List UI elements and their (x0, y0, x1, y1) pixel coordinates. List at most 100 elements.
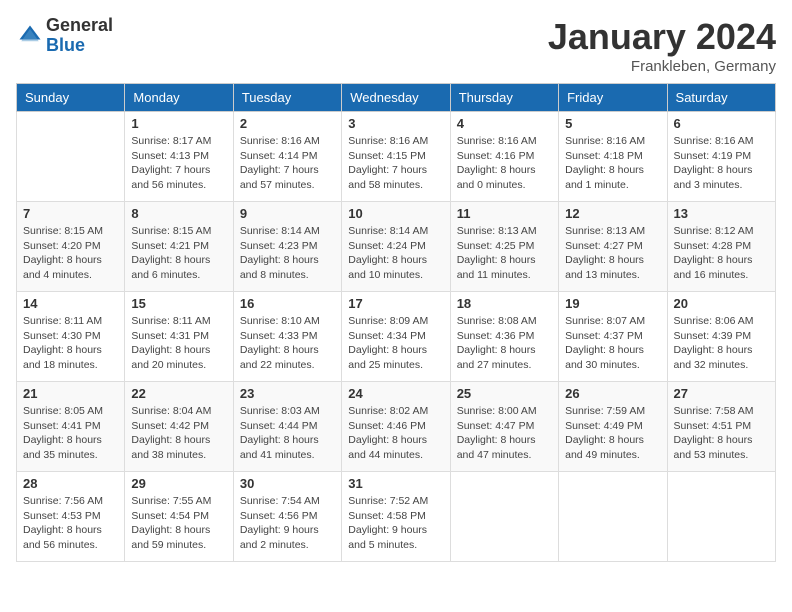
calendar-cell: 13 Sunrise: 8:12 AMSunset: 4:28 PMDayligh… (667, 202, 775, 292)
day-number: 12 (565, 206, 660, 221)
day-info: Sunrise: 8:11 AMSunset: 4:31 PMDaylight:… (131, 314, 226, 373)
calendar-cell: 5 Sunrise: 8:16 AMSunset: 4:18 PMDaylight… (559, 112, 667, 202)
day-info: Sunrise: 8:05 AMSunset: 4:41 PMDaylight:… (23, 404, 118, 463)
day-number: 25 (457, 386, 552, 401)
calendar-cell: 28Sunrise: 7:56 AMSunset: 4:53 PMDayligh… (17, 472, 125, 562)
day-number: 3 (348, 116, 443, 131)
week-row-3: 14 Sunrise: 8:11 AMSunset: 4:30 PMDayligh… (17, 292, 776, 382)
day-info: Sunrise: 7:52 AMSunset: 4:58 PMDaylight:… (348, 494, 443, 553)
day-number: 17 (348, 296, 443, 311)
day-number: 30 (240, 476, 335, 491)
page-header: General Blue January 2024 Frankleben, Ge… (16, 16, 776, 75)
day-number: 8 (131, 206, 226, 221)
weekday-header-wednesday: Wednesday (342, 84, 450, 112)
calendar-cell: 30 Sunrise: 7:54 AMSunset: 4:56 PMDayligh… (233, 472, 341, 562)
calendar-cell: 3Sunrise: 8:16 AMSunset: 4:15 PMDaylight… (342, 112, 450, 202)
calendar-cell: 31 Sunrise: 7:52 AMSunset: 4:58 PMDayligh… (342, 472, 450, 562)
calendar-cell: 8 Sunrise: 8:15 AMSunset: 4:21 PMDaylight… (125, 202, 233, 292)
calendar-cell: 11Sunrise: 8:13 AMSunset: 4:25 PMDayligh… (450, 202, 558, 292)
day-info: Sunrise: 8:03 AMSunset: 4:44 PMDaylight:… (240, 404, 335, 463)
day-info: Sunrise: 8:16 AMSunset: 4:16 PMDaylight:… (457, 134, 552, 193)
calendar-cell: 29 Sunrise: 7:55 AMSunset: 4:54 PMDayligh… (125, 472, 233, 562)
calendar-cell (450, 472, 558, 562)
title-block: January 2024 Frankleben, Germany (548, 16, 776, 75)
day-number: 20 (674, 296, 769, 311)
calendar-cell: 9Sunrise: 8:14 AMSunset: 4:23 PMDaylight… (233, 202, 341, 292)
calendar-cell: 25 Sunrise: 8:00 AMSunset: 4:47 PMDayligh… (450, 382, 558, 472)
day-info: Sunrise: 8:15 AMSunset: 4:21 PMDaylight:… (131, 224, 226, 283)
day-info: Sunrise: 8:10 AMSunset: 4:33 PMDaylight:… (240, 314, 335, 373)
day-number: 18 (457, 296, 552, 311)
day-info: Sunrise: 8:08 AMSunset: 4:36 PMDaylight:… (457, 314, 552, 373)
calendar-cell: 22 Sunrise: 8:04 AMSunset: 4:42 PMDayligh… (125, 382, 233, 472)
day-number: 27 (674, 386, 769, 401)
day-number: 6 (674, 116, 769, 131)
month-title: January 2024 (548, 16, 776, 58)
logo-text: General Blue (46, 16, 113, 56)
day-info: Sunrise: 8:17 AMSunset: 4:13 PMDaylight:… (131, 134, 226, 193)
weekday-header-sunday: Sunday (17, 84, 125, 112)
day-info: Sunrise: 8:14 AMSunset: 4:24 PMDaylight:… (348, 224, 443, 283)
calendar-cell: 1 Sunrise: 8:17 AMSunset: 4:13 PMDaylight… (125, 112, 233, 202)
day-number: 9 (240, 206, 335, 221)
day-number: 21 (23, 386, 118, 401)
day-info: Sunrise: 8:12 AMSunset: 4:28 PMDaylight:… (674, 224, 769, 283)
calendar-cell: 20 Sunrise: 8:06 AMSunset: 4:39 PMDayligh… (667, 292, 775, 382)
day-number: 29 (131, 476, 226, 491)
day-number: 13 (674, 206, 769, 221)
weekday-header-saturday: Saturday (667, 84, 775, 112)
weekday-header-thursday: Thursday (450, 84, 558, 112)
day-number: 19 (565, 296, 660, 311)
logo-blue: Blue (46, 36, 113, 56)
day-info: Sunrise: 8:06 AMSunset: 4:39 PMDaylight:… (674, 314, 769, 373)
calendar-cell: 27 Sunrise: 7:58 AMSunset: 4:51 PMDayligh… (667, 382, 775, 472)
calendar-cell: 4Sunrise: 8:16 AMSunset: 4:16 PMDaylight… (450, 112, 558, 202)
logo-general: General (46, 16, 113, 36)
calendar-cell (559, 472, 667, 562)
day-number: 24 (348, 386, 443, 401)
day-info: Sunrise: 8:00 AMSunset: 4:47 PMDaylight:… (457, 404, 552, 463)
calendar-cell: 15 Sunrise: 8:11 AMSunset: 4:31 PMDayligh… (125, 292, 233, 382)
day-number: 11 (457, 206, 552, 221)
day-info: Sunrise: 8:02 AMSunset: 4:46 PMDaylight:… (348, 404, 443, 463)
day-info: Sunrise: 8:16 AMSunset: 4:18 PMDaylight:… (565, 134, 660, 193)
calendar-cell: 17 Sunrise: 8:09 AMSunset: 4:34 PMDayligh… (342, 292, 450, 382)
day-number: 22 (131, 386, 226, 401)
weekday-header-row: SundayMondayTuesdayWednesdayThursdayFrid… (17, 84, 776, 112)
calendar-cell: 19Sunrise: 8:07 AMSunset: 4:37 PMDayligh… (559, 292, 667, 382)
day-info: Sunrise: 8:13 AMSunset: 4:27 PMDaylight:… (565, 224, 660, 283)
day-number: 2 (240, 116, 335, 131)
day-info: Sunrise: 7:55 AMSunset: 4:54 PMDaylight:… (131, 494, 226, 553)
day-number: 15 (131, 296, 226, 311)
logo: General Blue (16, 16, 113, 56)
calendar-cell: 2Sunrise: 8:16 AMSunset: 4:14 PMDaylight… (233, 112, 341, 202)
calendar-cell: 14 Sunrise: 8:11 AMSunset: 4:30 PMDayligh… (17, 292, 125, 382)
week-row-1: 1 Sunrise: 8:17 AMSunset: 4:13 PMDaylight… (17, 112, 776, 202)
day-number: 26 (565, 386, 660, 401)
day-info: Sunrise: 8:16 AMSunset: 4:19 PMDaylight:… (674, 134, 769, 193)
day-number: 16 (240, 296, 335, 311)
week-row-4: 21 Sunrise: 8:05 AMSunset: 4:41 PMDayligh… (17, 382, 776, 472)
logo-icon (16, 22, 44, 50)
week-row-5: 28Sunrise: 7:56 AMSunset: 4:53 PMDayligh… (17, 472, 776, 562)
calendar-cell: 18 Sunrise: 8:08 AMSunset: 4:36 PMDayligh… (450, 292, 558, 382)
day-number: 7 (23, 206, 118, 221)
day-info: Sunrise: 7:58 AMSunset: 4:51 PMDaylight:… (674, 404, 769, 463)
day-number: 31 (348, 476, 443, 491)
day-info: Sunrise: 8:09 AMSunset: 4:34 PMDaylight:… (348, 314, 443, 373)
calendar-cell: 26 Sunrise: 7:59 AMSunset: 4:49 PMDayligh… (559, 382, 667, 472)
day-number: 10 (348, 206, 443, 221)
day-number: 5 (565, 116, 660, 131)
day-number: 1 (131, 116, 226, 131)
calendar-table: SundayMondayTuesdayWednesdayThursdayFrid… (16, 83, 776, 562)
week-row-2: 7 Sunrise: 8:15 AMSunset: 4:20 PMDaylight… (17, 202, 776, 292)
day-info: Sunrise: 8:04 AMSunset: 4:42 PMDaylight:… (131, 404, 226, 463)
day-info: Sunrise: 8:15 AMSunset: 4:20 PMDaylight:… (23, 224, 118, 283)
day-number: 14 (23, 296, 118, 311)
calendar-cell: 23Sunrise: 8:03 AMSunset: 4:44 PMDayligh… (233, 382, 341, 472)
weekday-header-monday: Monday (125, 84, 233, 112)
day-info: Sunrise: 7:59 AMSunset: 4:49 PMDaylight:… (565, 404, 660, 463)
calendar-cell: 6 Sunrise: 8:16 AMSunset: 4:19 PMDaylight… (667, 112, 775, 202)
day-info: Sunrise: 8:11 AMSunset: 4:30 PMDaylight:… (23, 314, 118, 373)
day-info: Sunrise: 7:54 AMSunset: 4:56 PMDaylight:… (240, 494, 335, 553)
